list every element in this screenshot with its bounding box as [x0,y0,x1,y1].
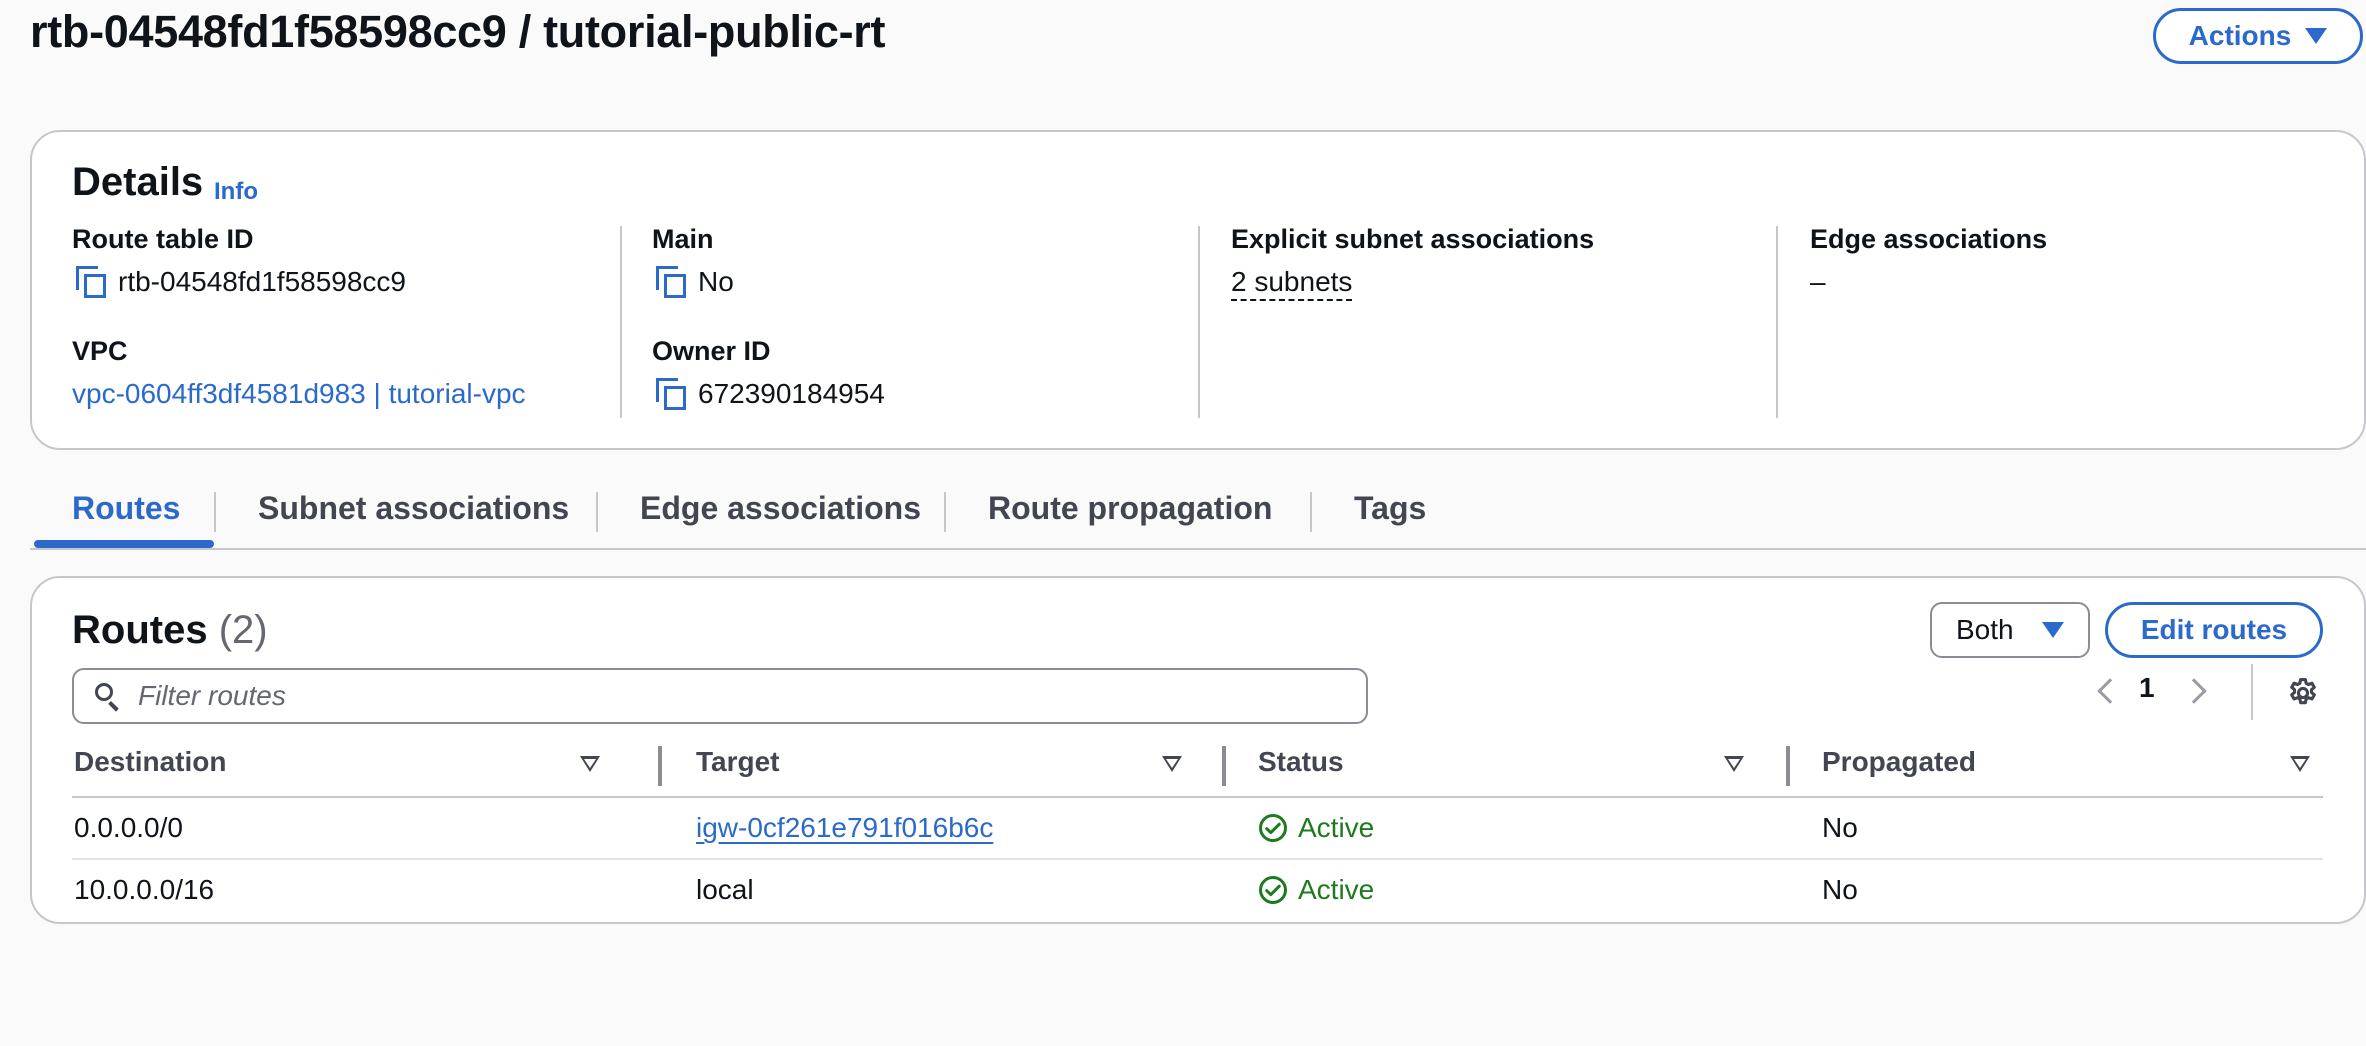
check-circle-icon [1259,814,1287,842]
target-cell: igw-0cf261e791f016b6c [696,812,993,844]
target-cell: local [696,874,754,905]
vpc-link[interactable]: vpc-0604ff3df4581d983 | tutorial-vpc [72,378,526,410]
edit-routes-label: Edit routes [2140,614,2288,645]
page-title: rtb-04548fd1f58598cc9 / tutorial-public-… [30,6,886,57]
propagated-cell: No [1822,874,1858,905]
gear-icon[interactable] [2286,676,2320,710]
propagated-cell: No [1822,812,1858,843]
column-header-target[interactable]: Target [696,746,780,778]
column-header-destination[interactable]: Destination [74,746,226,778]
status-cell: Active [1258,874,1374,906]
explicit-subnet-field: 2 subnets [1231,266,1353,301]
tab-separator [944,492,946,532]
route-filter-select[interactable]: Both [1930,602,2090,658]
check-circle-icon [1259,876,1287,904]
tabs-baseline [30,548,2366,550]
filter-routes-field[interactable] [72,668,1368,724]
table-header: Destination Target Status Propagated [72,734,2323,798]
copy-icon[interactable] [76,266,106,298]
sort-icon[interactable] [1724,756,1744,772]
route-table-page: rtb-04548fd1f58598cc9 / tutorial-public-… [0,0,2366,1046]
routes-title: Routes [72,608,208,652]
sort-icon[interactable] [1162,756,1182,772]
target-link[interactable]: igw-0cf261e791f016b6c [696,812,993,844]
route-filter-value: Both [1956,614,2014,645]
info-link[interactable]: Info [214,178,258,206]
edit-routes-button[interactable]: Edit routes [2105,602,2323,658]
route-table-id-field: rtb-04548fd1f58598cc9 [76,266,406,298]
chevron-right-icon[interactable] [2181,678,2207,704]
sort-icon[interactable] [2290,756,2310,772]
edge-assoc-label: Edge associations [1810,224,2048,254]
route-table-id-value: rtb-04548fd1f58598cc9 [118,266,406,297]
tab-subnet-associations[interactable]: Subnet associations [258,490,569,527]
tab-separator [1310,492,1312,532]
actions-label: Actions [2188,20,2292,51]
column-resizer[interactable] [1786,746,1790,786]
vpc-field: vpc-0604ff3df4581d983 | tutorial-vpc [72,378,526,410]
copy-icon[interactable] [656,378,686,410]
table-row: 10.0.0.0/16 local Active No [72,860,2323,920]
details-heading: Details [72,160,204,204]
subnets-popover-trigger[interactable]: 2 subnets [1231,266,1353,301]
filter-routes-input[interactable] [136,679,1320,713]
destination-cell: 10.0.0.0/16 [74,874,215,905]
column-header-propagated[interactable]: Propagated [1822,746,1976,778]
main-field: No [656,266,734,298]
status-text: Active [1298,812,1375,843]
column-header-status[interactable]: Status [1258,746,1344,778]
tab-routes[interactable]: Routes [72,490,180,527]
tab-bar: Routes Subnet associations Edge associat… [30,480,2366,550]
tab-edge-associations[interactable]: Edge associations [640,490,921,527]
main-label: Main [652,224,714,254]
owner-id-field: 672390184954 [656,378,885,410]
owner-id-label: Owner ID [652,336,771,366]
details-panel: Details Info Route table ID rtb-04548fd1… [30,130,2366,450]
table-row: 0.0.0.0/0 igw-0cf261e791f016b6c Active N… [72,798,2323,860]
routes-panel: Routes (2) Both Edit routes 1 Destinatio… [30,576,2366,924]
pager-divider [2251,664,2253,720]
actions-button[interactable]: Actions [2153,8,2363,64]
main-value: No [698,266,734,297]
active-tab-indicator [34,540,214,548]
tab-separator [214,492,216,532]
tab-route-propagation[interactable]: Route propagation [988,490,1272,527]
owner-id-value: 672390184954 [698,378,885,409]
status-text: Active [1298,874,1375,905]
search-icon [94,682,122,710]
route-table-id-label: Route table ID [72,224,254,254]
edge-assoc-value: – [1810,266,1826,297]
explicit-subnet-label: Explicit subnet associations [1231,224,1595,254]
routes-heading: Routes (2) [72,608,268,653]
tab-tags[interactable]: Tags [1354,490,1426,527]
tab-separator [596,492,598,532]
column-resizer[interactable] [658,746,662,786]
vpc-label: VPC [72,336,128,366]
chevron-down-icon [2042,622,2064,638]
column-resizer[interactable] [1222,746,1226,786]
column-divider [1776,226,1778,418]
sort-icon[interactable] [580,756,600,772]
destination-cell: 0.0.0.0/0 [74,812,183,843]
column-divider [1198,226,1200,418]
chevron-left-icon[interactable] [2097,678,2123,704]
edge-assoc-field: – [1810,266,1826,298]
copy-icon[interactable] [656,266,686,298]
status-cell: Active [1258,812,1374,844]
chevron-down-icon [2305,28,2328,44]
column-divider [620,226,622,418]
routes-count: (2) [218,608,268,652]
page-number[interactable]: 1 [2139,672,2155,704]
